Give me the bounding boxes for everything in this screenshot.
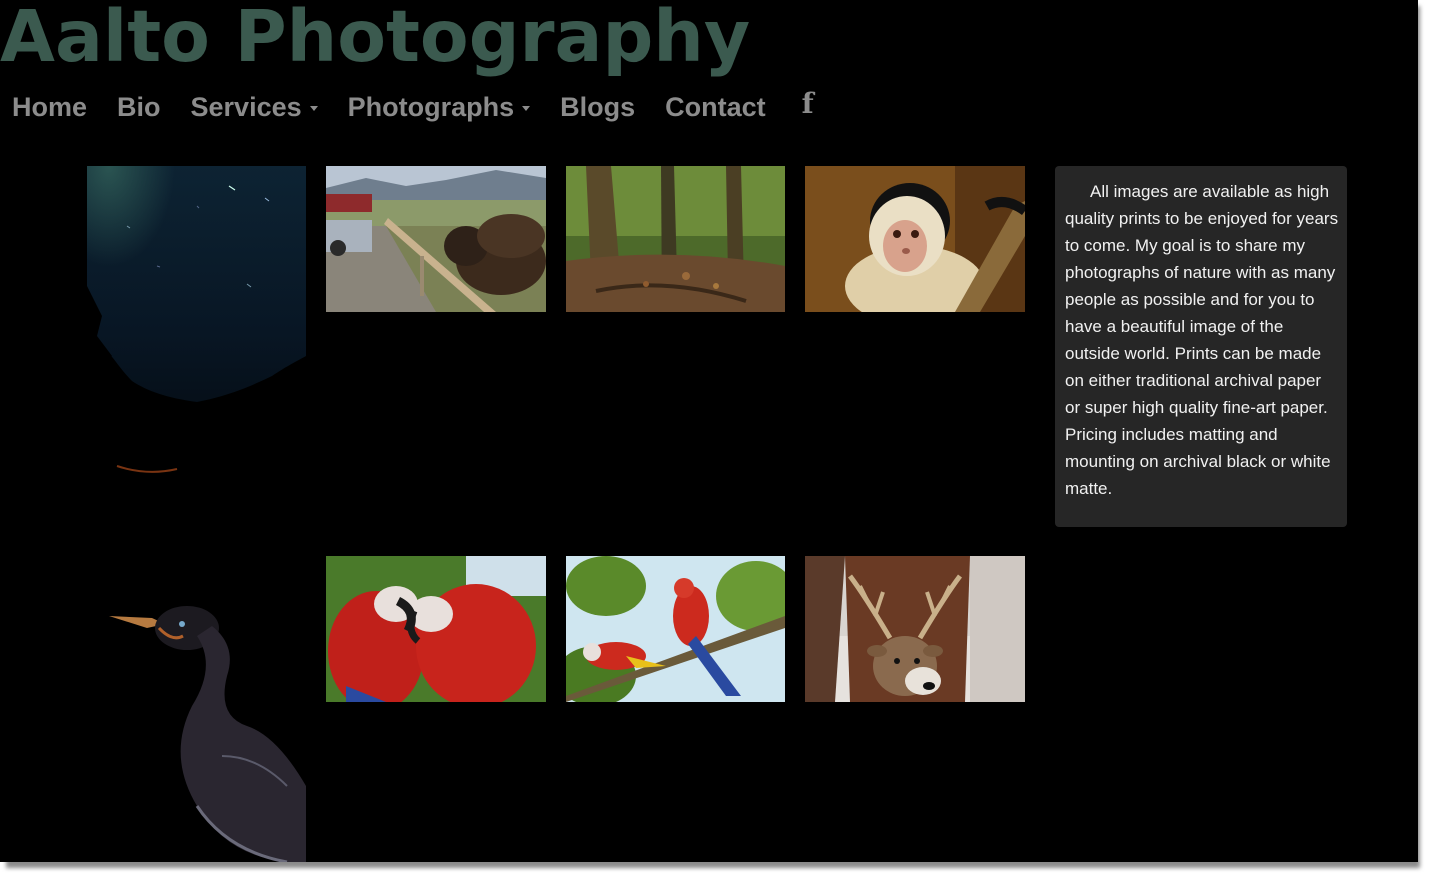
nav-services[interactable]: Services <box>191 92 318 123</box>
print-info-text: All images are available as high quality… <box>1065 182 1339 498</box>
site-title[interactable]: Aalto Photography <box>0 0 750 79</box>
main-nav: Home Bio Services Photographs Blogs Cont… <box>12 87 814 123</box>
nav-services-label: Services <box>190 92 302 122</box>
photo-macaws-on-branch[interactable] <box>566 556 785 702</box>
nav-blogs-label: Blogs <box>560 92 636 122</box>
nav-contact[interactable]: Contact <box>665 92 766 123</box>
nav-photographs-label: Photographs <box>347 92 515 122</box>
nav-photographs[interactable]: Photographs <box>348 92 531 123</box>
nav-home-label: Home <box>12 92 88 122</box>
nav-bio[interactable]: Bio <box>117 92 161 123</box>
nav-home[interactable]: Home <box>12 92 87 123</box>
photo-capuchin-monkey[interactable] <box>805 166 1025 312</box>
nav-blogs[interactable]: Blogs <box>560 92 635 123</box>
caret-down-icon <box>309 106 318 111</box>
nav-contact-label: Contact <box>665 92 766 122</box>
facebook-icon[interactable]: f <box>802 87 814 120</box>
photo-forest-trail[interactable] <box>566 166 785 312</box>
photo-starry-night-sky[interactable] <box>87 166 306 501</box>
photo-white-tailed-deer[interactable] <box>805 556 1025 702</box>
photo-two-scarlet-macaws[interactable] <box>326 556 546 702</box>
photo-bison-by-fence[interactable] <box>326 166 546 312</box>
photo-cormorant[interactable] <box>87 556 306 862</box>
nav-bio-label: Bio <box>117 92 161 122</box>
caret-down-icon <box>522 106 531 111</box>
page: Aalto Photography Home Bio Services Phot… <box>0 0 1418 862</box>
print-info-box: All images are available as high quality… <box>1055 166 1347 527</box>
